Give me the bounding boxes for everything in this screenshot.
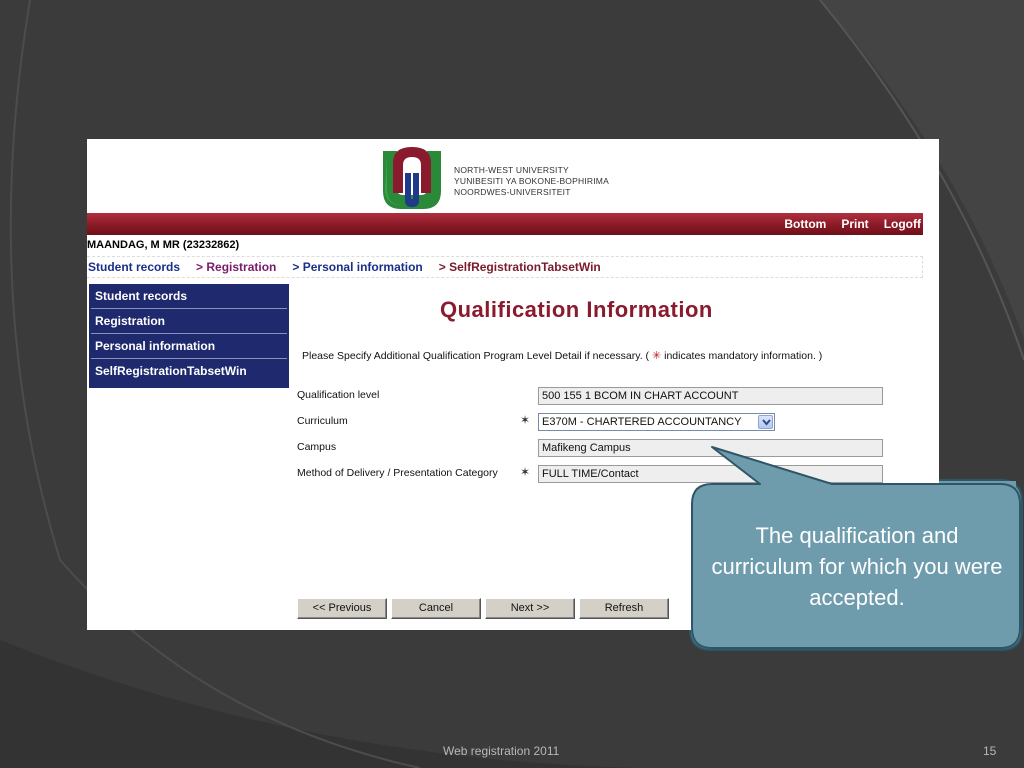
top-navigation-bar: Bottom Print Logoff	[87, 213, 923, 235]
required-star-icon: ✶	[520, 413, 531, 427]
qualification-level-row: Qualification level 500 155 1 BCOM IN CH…	[297, 387, 897, 405]
chevron-down-icon[interactable]	[758, 415, 773, 429]
delivery-method-label: Method of Delivery / Presentation Catego…	[297, 467, 498, 479]
university-name-line: YUNIBESITI YA BOKONE-BOPHIRIMA	[454, 176, 609, 186]
breadcrumb: Student records > Registration > Persona…	[87, 256, 923, 278]
delivery-method-row: Method of Delivery / Presentation Catego…	[297, 465, 897, 483]
instruction-text-end: indicates mandatory information. )	[661, 350, 823, 362]
curriculum-row: Curriculum ✶ E370M - CHARTERED ACCOUNTAN…	[297, 413, 897, 431]
side-menu: Student records Registration Personal in…	[89, 284, 289, 388]
callout-text: The qualification and curriculum for whi…	[711, 523, 1003, 610]
breadcrumb-registration[interactable]: > Registration	[196, 260, 276, 274]
mandatory-star-icon: ✳	[651, 350, 662, 362]
print-link[interactable]: Print	[841, 217, 868, 231]
qualification-level-field: 500 155 1 BCOM IN CHART ACCOUNT	[538, 387, 883, 405]
qualification-level-label: Qualification level	[297, 389, 380, 401]
breadcrumb-student-records[interactable]: Student records	[88, 260, 180, 274]
page-title: Qualification Information	[440, 297, 713, 322]
previous-button[interactable]: << Previous	[297, 598, 387, 619]
nwu-logo-icon	[383, 147, 441, 209]
delivery-method-field: FULL TIME/Contact	[538, 465, 883, 483]
curriculum-selected-value: E370M - CHARTERED ACCOUNTANCY	[542, 416, 742, 428]
instruction-text-start: Please Specify Additional Qualification …	[302, 350, 652, 362]
form-buttons: << Previous Cancel Next >> Refresh	[297, 598, 669, 619]
cancel-button[interactable]: Cancel	[391, 598, 481, 619]
university-name-line: NOORDWES-UNIVERSITEIT	[454, 187, 571, 197]
sidemenu-item-student-records[interactable]: Student records	[91, 284, 287, 309]
instruction-text: Please Specify Additional Qualification …	[302, 349, 822, 362]
campus-field: Mafikeng Campus	[538, 439, 883, 457]
sidemenu-item-self-registration[interactable]: SelfRegistrationTabsetWin	[91, 359, 287, 384]
university-name: NORTH-WEST UNIVERSITY YUNIBESITI YA BOKO…	[454, 165, 609, 198]
breadcrumb-personal-information[interactable]: > Personal information	[292, 260, 422, 274]
required-star-icon: ✶	[520, 465, 531, 479]
campus-label: Campus	[297, 441, 337, 453]
page-number: 15	[983, 744, 997, 758]
sidemenu-item-registration[interactable]: Registration	[91, 309, 287, 334]
student-name: MAANDAG, M MR (23232862)	[87, 239, 240, 251]
bottom-link[interactable]: Bottom	[784, 217, 826, 231]
university-logo: NORTH-WEST UNIVERSITY YUNIBESITI YA BOKO…	[379, 143, 639, 211]
logoff-link[interactable]: Logoff	[884, 217, 921, 231]
next-button[interactable]: Next >>	[485, 598, 575, 619]
curriculum-select[interactable]: E370M - CHARTERED ACCOUNTANCY	[538, 413, 775, 431]
refresh-button[interactable]: Refresh	[579, 598, 669, 619]
breadcrumb-self-registration[interactable]: > SelfRegistrationTabsetWin	[439, 260, 601, 274]
sidemenu-item-personal-information[interactable]: Personal information	[91, 334, 287, 359]
campus-row: Campus Mafikeng Campus	[297, 439, 897, 457]
footer-title: Web registration 2011	[443, 744, 560, 758]
curriculum-label: Curriculum	[297, 415, 348, 427]
university-name-line: NORTH-WEST UNIVERSITY	[454, 165, 569, 175]
